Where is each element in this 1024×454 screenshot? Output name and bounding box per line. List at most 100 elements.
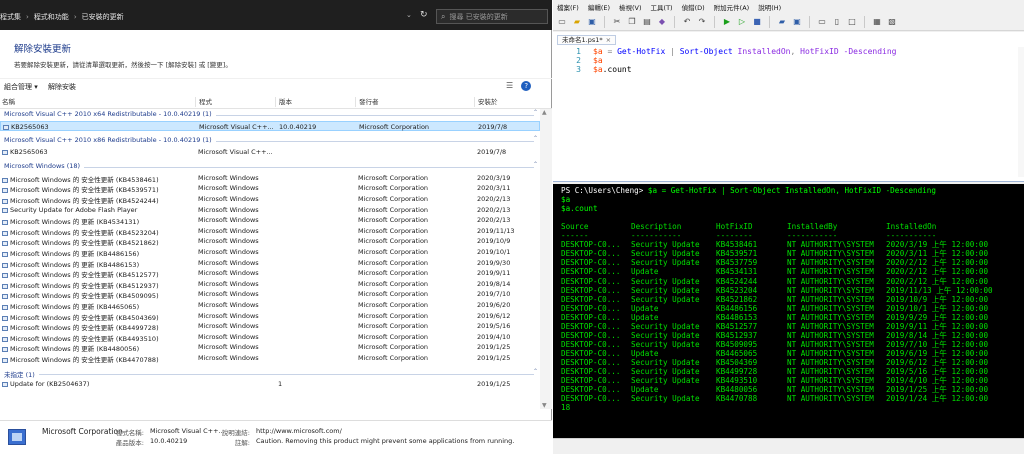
- close-icon[interactable]: ×: [606, 36, 611, 44]
- table-row[interactable]: Update for (KB2504637) 1 2019/1/25: [0, 379, 540, 390]
- breadcrumb[interactable]: 程式集 › 程式和功能 › 已安裝的更新: [0, 11, 124, 23]
- menu-view[interactable]: 檢視(V): [619, 2, 642, 12]
- row-date: 2020/2/13: [477, 194, 511, 203]
- console-row-cell: NT AUTHORITY\SYSTEM: [787, 276, 874, 286]
- row-name: Microsoft Windows 的 安全性更新 (KB4504369): [2, 312, 192, 322]
- collapse-chevron-icon[interactable]: ⌃: [533, 368, 538, 375]
- vertical-scrollbar[interactable]: ▲ ▼: [540, 109, 552, 409]
- menu-tools[interactable]: 工具(T): [651, 2, 673, 12]
- view-options-icon[interactable]: ☰: [506, 81, 513, 91]
- group-header[interactable]: 未指定 (1) ⌃: [0, 368, 540, 379]
- code-line[interactable]: $a.count: [593, 65, 632, 74]
- update-icon: [2, 251, 8, 257]
- table-row[interactable]: Microsoft Windows 的 安全性更新 (KB4509095) Mic…: [0, 289, 540, 300]
- code-line[interactable]: $a: [593, 56, 603, 65]
- stop-icon[interactable]: ■: [752, 17, 762, 27]
- run-script-icon[interactable]: ▶: [722, 17, 732, 27]
- details-help-link[interactable]: http://www.microsoft.com/: [256, 427, 342, 435]
- code-token: Get-HotFix: [617, 47, 666, 56]
- table-row[interactable]: KB2565063 Microsoft Visual C++... 10.0.402…: [0, 120, 540, 132]
- breadcrumb-installed-updates[interactable]: 已安裝的更新: [82, 12, 124, 22]
- column-installed-on[interactable]: 安裝於: [474, 97, 498, 107]
- table-row[interactable]: Microsoft Windows 的 安全性更新 (KB4504369) Mic…: [0, 311, 540, 322]
- search-input[interactable]: [449, 12, 542, 21]
- column-name[interactable]: 名稱: [2, 97, 15, 107]
- table-row[interactable]: Microsoft Windows 的 安全性更新 (KB4539571) Mic…: [0, 183, 540, 194]
- table-row[interactable]: Microsoft Windows 的 安全性更新 (KB4538461) Mic…: [0, 173, 540, 184]
- layout-top-icon[interactable]: ▭: [817, 17, 827, 27]
- save-icon[interactable]: ▣: [587, 17, 597, 27]
- console-row-cell: NT AUTHORITY\SYSTEM: [787, 285, 874, 295]
- table-row[interactable]: Microsoft Windows 的 更新 (KB4534131) Micros…: [0, 215, 540, 226]
- row-name-text: KB2565063: [11, 122, 49, 131]
- menu-addons[interactable]: 附加元件(A): [714, 2, 750, 12]
- uninstall-button[interactable]: 解除安裝: [48, 82, 76, 92]
- menu-help[interactable]: 說明(H): [758, 2, 781, 12]
- open-folder-icon[interactable]: ▰: [572, 17, 582, 27]
- code-line[interactable]: $a = Get-HotFix | Sort-Object InstalledO…: [593, 47, 896, 56]
- column-version[interactable]: 版本: [275, 97, 292, 107]
- address-dropdown-icon[interactable]: ⌄: [406, 11, 412, 19]
- console-row-cell: NT AUTHORITY\SYSTEM: [787, 312, 874, 322]
- menu-debug[interactable]: 偵錯(D): [682, 2, 705, 12]
- paste-icon[interactable]: ▤: [642, 17, 652, 27]
- row-publisher: Microsoft Corporation: [358, 173, 429, 182]
- breadcrumb-programs[interactable]: 程式集: [0, 12, 21, 22]
- collapse-chevron-icon[interactable]: ⌃: [533, 109, 538, 116]
- show-commands-icon[interactable]: ▦: [872, 17, 882, 27]
- refresh-icon[interactable]: ↻: [420, 10, 428, 20]
- clear-console-icon[interactable]: ◆: [657, 17, 667, 27]
- group-header[interactable]: Microsoft Windows (18) ⌃: [0, 161, 540, 172]
- console-row-cell: Security Update: [631, 357, 700, 367]
- search-box[interactable]: ⌕: [436, 9, 548, 24]
- console-row-cell: Security Update: [631, 376, 700, 386]
- help-icon[interactable]: ?: [521, 81, 532, 91]
- console-pane[interactable]: PS C:\Users\Cheng> $a = Get-HotFix | Sor…: [553, 184, 1024, 438]
- table-row[interactable]: Microsoft Windows 的 安全性更新 (KB4521862) Mic…: [0, 236, 540, 247]
- tab-script[interactable]: 未命名1.ps1* ×: [557, 35, 617, 45]
- table-row[interactable]: Microsoft Windows 的 更新 (KB4486153) Micros…: [0, 258, 540, 269]
- script-editor[interactable]: 未命名1.ps1* × 1 $a = Get-HotFix | Sort-Objec…: [553, 32, 1024, 182]
- start-powershell-icon[interactable]: ▣: [792, 17, 802, 27]
- table-row[interactable]: Microsoft Windows 的 安全性更新 (KB4512937) Mic…: [0, 279, 540, 290]
- breadcrumb-programs-features[interactable]: 程式和功能: [34, 12, 69, 22]
- group-header[interactable]: Microsoft Visual C++ 2010 x86 Redistribu…: [0, 135, 540, 146]
- table-row[interactable]: Microsoft Windows 的 安全性更新 (KB4493510) Mic…: [0, 332, 540, 343]
- copy-icon[interactable]: ❐: [627, 17, 637, 27]
- remote-tab-icon[interactable]: ▰: [777, 17, 787, 27]
- scroll-up-icon[interactable]: ▲: [542, 109, 547, 116]
- redo-icon[interactable]: ↷: [697, 17, 707, 27]
- table-row[interactable]: Microsoft Windows 的 更新 (KB4465065) Micros…: [0, 300, 540, 311]
- group-header[interactable]: Microsoft Visual C++ 2010 x64 Redistribu…: [0, 109, 540, 120]
- organize-button[interactable]: 組合管理 ▾: [4, 82, 38, 92]
- row-date: 2019/9/30: [477, 258, 511, 267]
- table-row[interactable]: Microsoft Windows 的 安全性更新 (KB4523204) Mic…: [0, 226, 540, 237]
- column-program[interactable]: 程式: [195, 97, 212, 107]
- new-file-icon[interactable]: ▭: [557, 17, 567, 27]
- collapse-chevron-icon[interactable]: ⌃: [533, 161, 538, 168]
- cut-icon[interactable]: ✂: [612, 17, 622, 27]
- table-row[interactable]: Security Update for Adobe Flash Player Mi…: [0, 205, 540, 216]
- column-publisher[interactable]: 發行者: [355, 97, 379, 107]
- row-publisher: Microsoft Corporation: [358, 184, 429, 193]
- line-number: 1: [576, 47, 581, 56]
- address-bar[interactable]: 程式集 › 程式和功能 › 已安裝的更新 ⌄ ↻ ⌕: [0, 0, 552, 30]
- menu-edit[interactable]: 編輯(E): [588, 2, 610, 12]
- collapse-chevron-icon[interactable]: ⌃: [533, 135, 538, 142]
- table-row[interactable]: Microsoft Windows 的 安全性更新 (KB4499728) Mic…: [0, 321, 540, 332]
- layout-max-icon[interactable]: □: [847, 17, 857, 27]
- group-divider: [84, 167, 534, 169]
- undo-icon[interactable]: ↶: [682, 17, 692, 27]
- scroll-down-icon[interactable]: ▼: [542, 402, 547, 409]
- table-row[interactable]: Microsoft Windows 的 更新 (KB4480056) Micros…: [0, 342, 540, 353]
- table-row[interactable]: Microsoft Windows 的 安全性更新 (KB4470788) Mic…: [0, 353, 540, 364]
- command-addon-icon[interactable]: ▧: [887, 17, 897, 27]
- run-selection-icon[interactable]: ▷: [737, 17, 747, 27]
- table-row[interactable]: KB2565063 Microsoft Visual C++... 2019/7/8: [0, 147, 540, 158]
- table-row[interactable]: Microsoft Windows 的 更新 (KB4486156) Micros…: [0, 247, 540, 258]
- menu-file[interactable]: 檔案(F): [557, 2, 579, 12]
- editor-scrollbar[interactable]: [1018, 47, 1024, 177]
- layout-right-icon[interactable]: ▯: [832, 17, 842, 27]
- table-row[interactable]: Microsoft Windows 的 安全性更新 (KB4524244) Mic…: [0, 194, 540, 205]
- table-row[interactable]: Microsoft Windows 的 安全性更新 (KB4512577) Mic…: [0, 268, 540, 279]
